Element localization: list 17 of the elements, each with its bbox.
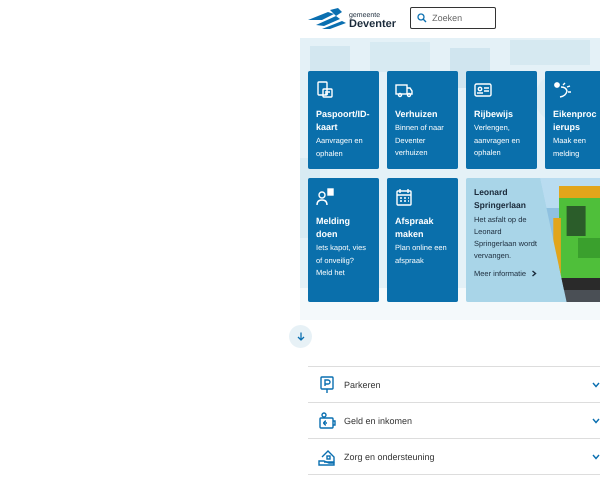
topic-row[interactable]: Parkeren [308, 366, 600, 402]
parking-sign-icon [318, 376, 336, 394]
topic-label: Geld en inkomen [344, 416, 414, 426]
arrow-down-icon [296, 332, 304, 341]
scroll-down-button[interactable] [289, 325, 312, 348]
topic-label: Parkeren [344, 380, 382, 390]
topic-row[interactable]: Zorg en ondersteuning [308, 438, 600, 475]
search-icon [417, 13, 428, 23]
topic-label: Zorg en ondersteuning [344, 452, 436, 462]
chevron-down-icon [592, 454, 600, 460]
chevron-down-icon [592, 382, 600, 388]
logo-title: Deventer [349, 19, 396, 30]
bird-logo-icon [308, 8, 348, 30]
chevron-down-icon [592, 418, 600, 424]
topic-row[interactable]: Geld en inkomen [308, 402, 600, 438]
house-hand-icon [318, 448, 336, 466]
search-field[interactable]: Zoeken [410, 7, 496, 29]
